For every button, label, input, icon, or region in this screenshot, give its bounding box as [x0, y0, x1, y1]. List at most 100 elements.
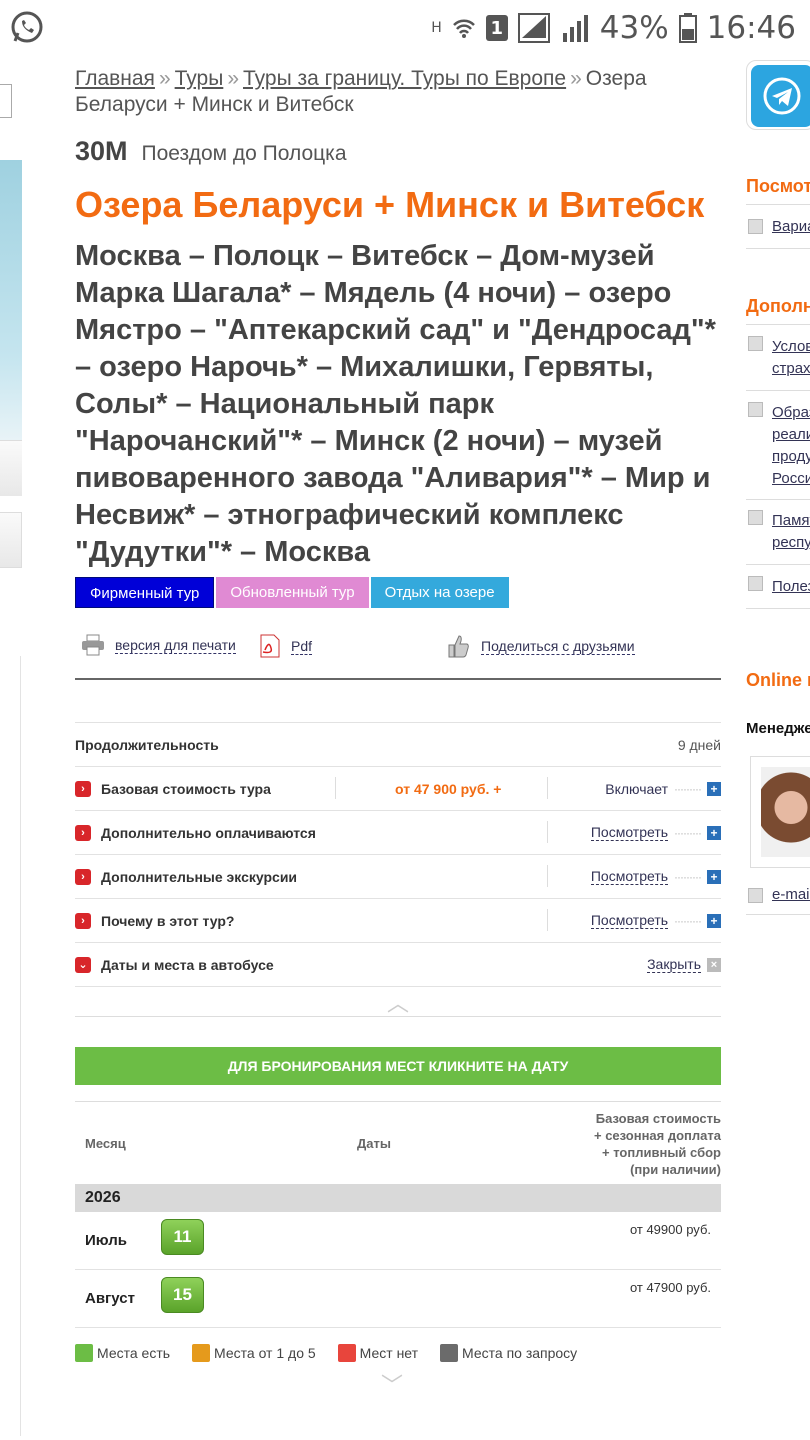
detail-row-label: Даты и места в автобусе: [101, 956, 274, 973]
booking-banner: ДЛЯ БРОНИРОВАНИЯ МЕСТ КЛИКНИТЕ НА ДАТУ: [75, 1047, 721, 1085]
sidebar-link[interactable]: Образцы: [772, 402, 810, 423]
sidebar-link[interactable]: Варианты: [772, 216, 810, 237]
sidebar-link[interactable]: республике: [772, 532, 810, 553]
detail-row-why[interactable]: › Почему в этот тур? Посмотреть ········…: [75, 899, 721, 943]
detail-row-base-price[interactable]: › Базовая стоимость тура от 47 900 руб. …: [75, 767, 721, 811]
arrow-right-icon: ›: [75, 912, 91, 929]
dotted-line: ·········: [674, 825, 702, 840]
expand-action[interactable]: Посмотреть ········· +: [590, 912, 721, 929]
duration-row: Продолжительность 9 дней: [75, 723, 721, 767]
tag-lake[interactable]: Отдых на озере: [370, 577, 509, 608]
divider: [547, 821, 548, 843]
duration-label: Продолжительность: [75, 736, 219, 753]
col-price-line: (при наличии): [630, 1162, 721, 1177]
detail-row-extra-paid[interactable]: › Дополнительно оплачиваются Посмотреть …: [75, 811, 721, 855]
left-box: [0, 440, 22, 496]
date-button[interactable]: 15: [161, 1277, 204, 1313]
sidebar-link[interactable]: продукции: [772, 446, 810, 467]
arrow-right-icon: [748, 510, 763, 525]
left-panel: [0, 56, 24, 1440]
divider: [746, 499, 810, 500]
detail-row-dates[interactable]: ⌄ Даты и места в автобусе Закрыть ×: [75, 943, 721, 987]
email-icon: [748, 888, 763, 903]
left-banner-image[interactable]: [0, 160, 22, 440]
share-link[interactable]: Поделиться с друзьями: [447, 634, 635, 658]
right-sidebar: Посмотрите Варианты Дополнительно Услови…: [746, 56, 810, 1440]
divider: [547, 777, 548, 799]
divider: [746, 914, 810, 915]
manager-label: Менеджер: [746, 720, 810, 737]
detail-row-label: Дополнительно оплачиваются: [101, 824, 316, 841]
breadcrumb-abroad-link[interactable]: Туры за границу. Туры по Европе: [243, 67, 566, 90]
date-button[interactable]: 11: [161, 1219, 204, 1255]
dotted-line: ·········: [674, 913, 702, 928]
arrow-right-icon: ›: [75, 868, 91, 885]
arrow-right-icon: [748, 336, 763, 351]
print-version-link[interactable]: версия для печати: [81, 634, 236, 656]
network-type-label: H: [431, 20, 442, 36]
print-label: версия для печати: [115, 636, 236, 654]
breadcrumb-tours-link[interactable]: Туры: [175, 67, 224, 90]
chevron-down-icon[interactable]: ﹀: [381, 1368, 403, 1400]
breadcrumb-home-link[interactable]: Главная: [75, 67, 155, 90]
tour-route: Москва – Полоцк – Витебск – Дом-музей Ма…: [75, 240, 716, 568]
expand-action[interactable]: Посмотреть ········· +: [590, 868, 721, 885]
share-label: Поделиться с друзьями: [481, 637, 635, 655]
expand-action[interactable]: Посмотреть ········· +: [590, 824, 721, 841]
sidebar-link[interactable]: Полезное: [772, 576, 810, 597]
detail-row-label: Почему в этот тур?: [101, 912, 235, 929]
month-price: от 49900 руб.: [629, 1222, 711, 1237]
col-price-line: Базовая стоимость: [595, 1111, 721, 1126]
plus-icon[interactable]: +: [707, 781, 721, 796]
breadcrumb-separator: »: [158, 67, 171, 90]
view-link[interactable]: Посмотреть: [590, 824, 669, 841]
thumbs-up-icon: [448, 635, 469, 658]
availability-legend: Места есть Места от 1 до 5 Мест нет Мест…: [75, 1344, 721, 1362]
expand-action[interactable]: Включает ········· +: [605, 781, 721, 797]
battery-icon: [678, 13, 697, 43]
arrow-right-icon: ›: [75, 780, 91, 797]
pdf-link[interactable]: Pdf: [259, 634, 313, 658]
plus-icon[interactable]: +: [707, 825, 721, 840]
legend-item: Места есть: [75, 1344, 170, 1362]
sidebar-link[interactable]: Памятки: [772, 510, 810, 531]
col-price-line: + топливный сбор: [602, 1145, 721, 1160]
view-link[interactable]: Посмотреть: [590, 868, 669, 885]
divider: [746, 390, 810, 391]
left-box: [0, 512, 22, 568]
pdf-icon: [260, 634, 280, 658]
left-search-input[interactable]: [0, 84, 12, 118]
divider: [746, 204, 810, 205]
telegram-button[interactable]: [746, 60, 810, 130]
sidebar-link[interactable]: страхования: [772, 358, 810, 379]
sidebar-link[interactable]: реализации: [772, 424, 810, 445]
chevron-up-icon[interactable]: ︿: [381, 991, 415, 1016]
tag-updated[interactable]: Обновленный тур: [216, 577, 369, 608]
plus-icon[interactable]: +: [707, 913, 721, 928]
tour-details: Продолжительность 9 дней › Базовая стоим…: [75, 722, 721, 1017]
tour-code: 30М: [75, 136, 128, 166]
divider: [547, 909, 548, 931]
sidebar-link[interactable]: России: [772, 468, 810, 489]
close-link[interactable]: Закрыть: [647, 956, 701, 973]
email-link[interactable]: e-mail: [772, 884, 810, 905]
view-link[interactable]: Посмотреть: [590, 912, 669, 929]
detail-row-excursions[interactable]: › Дополнительные экскурсии Посмотреть ··…: [75, 855, 721, 899]
signal-icon-2: [562, 15, 588, 42]
page-title: Озера Беларуси + Минск и Витебск: [75, 184, 705, 225]
manager-photo: [761, 767, 810, 857]
month-price: от 47900 руб.: [629, 1280, 711, 1295]
divider: [746, 608, 810, 609]
year-row: 2026: [75, 1184, 721, 1212]
collapse-action[interactable]: Закрыть ×: [647, 956, 721, 973]
tag-branded[interactable]: Фирменный тур: [75, 577, 215, 608]
close-icon[interactable]: ×: [707, 957, 721, 972]
printer-icon: [82, 634, 104, 656]
sidebar-heading: Online менеджер: [746, 670, 810, 690]
tour-code-line: 30М Поездом до Полоцка: [75, 136, 721, 167]
table-row: Август 15 от 47900 руб.: [75, 1270, 721, 1328]
sidebar-link[interactable]: Условия: [772, 336, 810, 357]
legend-item: Места от 1 до 5: [192, 1344, 316, 1362]
base-price: от 47 900 руб. +: [395, 780, 502, 797]
plus-icon[interactable]: +: [707, 869, 721, 884]
